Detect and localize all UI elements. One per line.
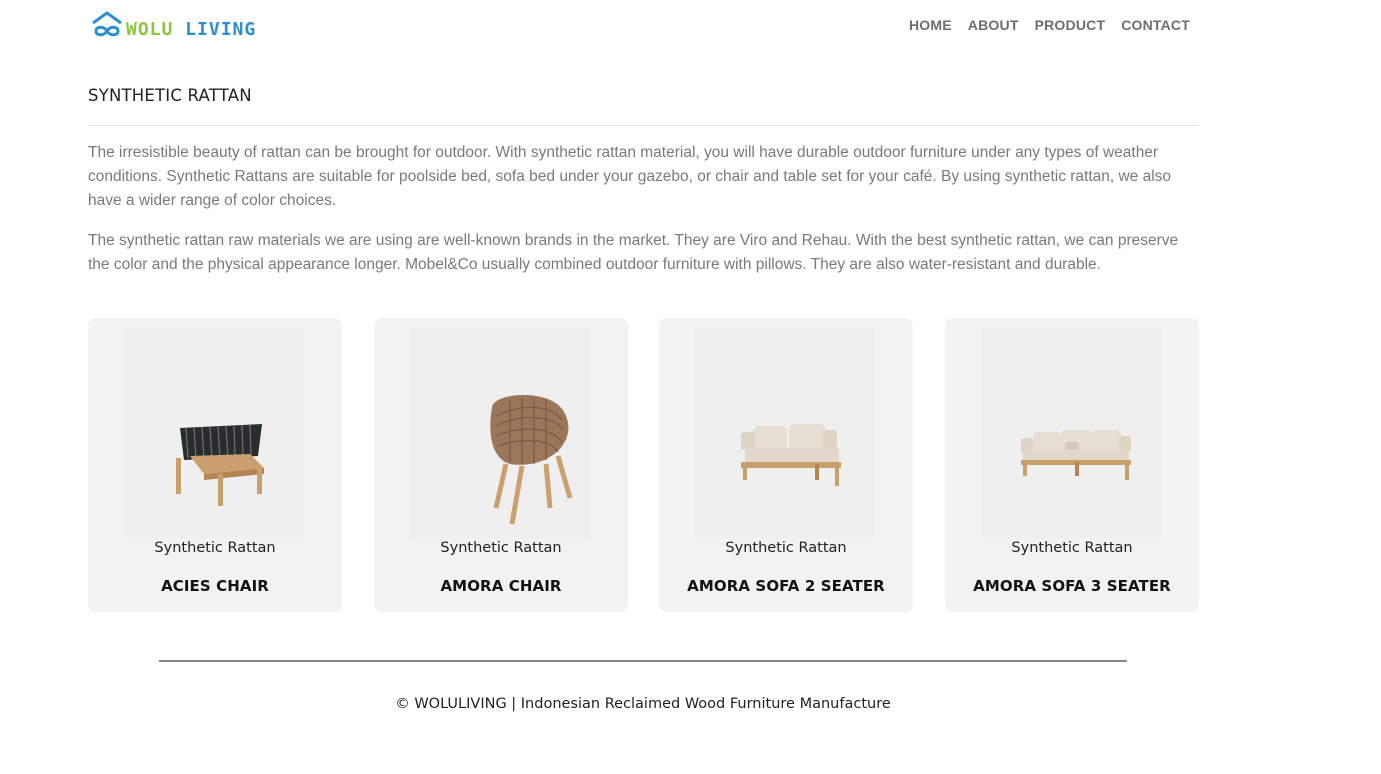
product-name[interactable]: ACIES CHAIR xyxy=(88,577,342,595)
product-name[interactable]: AMORA SOFA 3 SEATER xyxy=(945,577,1199,595)
nav-about[interactable]: ABOUT xyxy=(968,17,1019,33)
brand-name: WOLU LIVING xyxy=(126,19,256,40)
nav-home[interactable]: HOME xyxy=(909,17,952,33)
description-paragraph-1: The irresistible beauty of rattan can be… xyxy=(88,144,1172,209)
product-category: Synthetic Rattan xyxy=(725,540,847,556)
amora-sofa-3-seater-image[interactable] xyxy=(981,328,1161,538)
product-card-amora-chair[interactable]: Synthetic Rattan AMORA CHAIR xyxy=(374,318,628,612)
product-category: Synthetic Rattan xyxy=(440,540,562,556)
nav-product[interactable]: PRODUCT xyxy=(1035,17,1106,33)
amora-sofa-2-seater-image[interactable] xyxy=(695,328,875,538)
product-name[interactable]: AMORA SOFA 2 SEATER xyxy=(659,577,913,595)
title-divider xyxy=(88,125,1199,126)
nav-contact[interactable]: CONTACT xyxy=(1121,17,1190,33)
brand-logo[interactable]: WOLU LIVING xyxy=(90,10,256,45)
footer-divider xyxy=(159,660,1127,662)
acies-chair-image[interactable] xyxy=(124,328,304,538)
page-title: SYNTHETIC RATTAN xyxy=(88,86,252,105)
brand-word-1: WOLU xyxy=(126,19,174,40)
product-name[interactable]: AMORA CHAIR xyxy=(374,577,628,595)
amora-chair-image[interactable] xyxy=(410,328,590,538)
description-paragraph-2: The synthetic rattan raw materials we ar… xyxy=(88,232,1179,273)
product-card-amora-sofa-3-seater[interactable]: Synthetic Rattan AMORA SOFA 3 SEATER xyxy=(945,318,1199,612)
house-infinity-logo-icon xyxy=(90,10,124,45)
page: WOLU LIVING HOME ABOUT PRODUCT CONTACT S… xyxy=(0,0,1381,774)
product-card-acies-chair[interactable]: Synthetic Rattan ACIES CHAIR xyxy=(88,318,342,612)
brand-word-2: LIVING xyxy=(185,19,257,40)
main-nav: HOME ABOUT PRODUCT CONTACT xyxy=(909,17,1190,33)
product-card-amora-sofa-2-seater[interactable]: Synthetic Rattan AMORA SOFA 2 SEATER xyxy=(659,318,913,612)
product-category: Synthetic Rattan xyxy=(1011,540,1133,556)
footer-copyright: © WOLULIVING | Indonesian Reclaimed Wood… xyxy=(395,696,891,712)
product-category: Synthetic Rattan xyxy=(154,540,276,556)
